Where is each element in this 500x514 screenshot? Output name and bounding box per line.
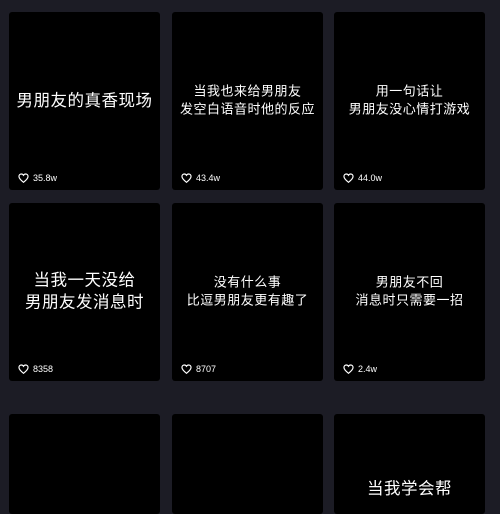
like-count-value: 2.4w <box>358 364 378 374</box>
heart-icon <box>181 364 192 374</box>
heart-icon <box>18 173 29 183</box>
video-card[interactable]: 当我也来给男朋友 发空白语音时他的反应 43.4w <box>172 12 323 190</box>
video-caption: 当我一天没给 男朋友发消息时 <box>25 270 144 312</box>
video-card[interactable]: 男朋友不回 消息时只需要一招 2.4w <box>334 203 485 381</box>
like-count: 44.0w <box>343 173 382 183</box>
video-caption: 用一句话让 男朋友没心情打游戏 <box>348 84 471 117</box>
video-card[interactable]: 当我一天没给 男朋友发消息时 8358 <box>9 203 160 381</box>
like-count-value: 44.0w <box>358 173 383 183</box>
like-count: 8707 <box>181 364 216 374</box>
like-count: 43.4w <box>181 173 220 183</box>
video-card[interactable]: 当我学会帮 <box>334 414 485 514</box>
like-count-value: 43.4w <box>196 173 221 183</box>
video-grid: 男朋友的真香现场 35.8w 当我也来给男朋友 发空白语音时他的反应 43.4w… <box>0 0 500 514</box>
video-caption: 男朋友不回 消息时只需要一招 <box>355 275 464 308</box>
like-count: 2.4w <box>343 364 377 374</box>
like-count-value: 8707 <box>196 364 217 374</box>
video-card[interactable]: 男朋友的真香现场 35.8w <box>9 12 160 190</box>
video-card[interactable]: 没有什么事 比逗男朋友更有趣了 8707 <box>172 203 323 381</box>
like-count: 35.8w <box>18 173 57 183</box>
video-card[interactable]: 用一句话让 男朋友没心情打游戏 44.0w <box>334 12 485 190</box>
like-count: 8358 <box>18 364 53 374</box>
heart-icon <box>343 364 354 374</box>
video-caption: 没有什么事 比逗男朋友更有趣了 <box>186 275 309 308</box>
heart-icon <box>343 173 354 183</box>
video-caption: 当我学会帮 <box>367 479 452 498</box>
like-count-value: 35.8w <box>33 173 58 183</box>
heart-icon <box>18 364 29 374</box>
video-caption: 男朋友的真香现场 <box>16 90 153 110</box>
like-count-value: 8358 <box>33 364 54 374</box>
video-card[interactable] <box>9 414 160 514</box>
heart-icon <box>181 173 192 183</box>
video-card[interactable] <box>172 414 323 514</box>
video-caption: 当我也来给男朋友 发空白语音时他的反应 <box>179 84 315 117</box>
